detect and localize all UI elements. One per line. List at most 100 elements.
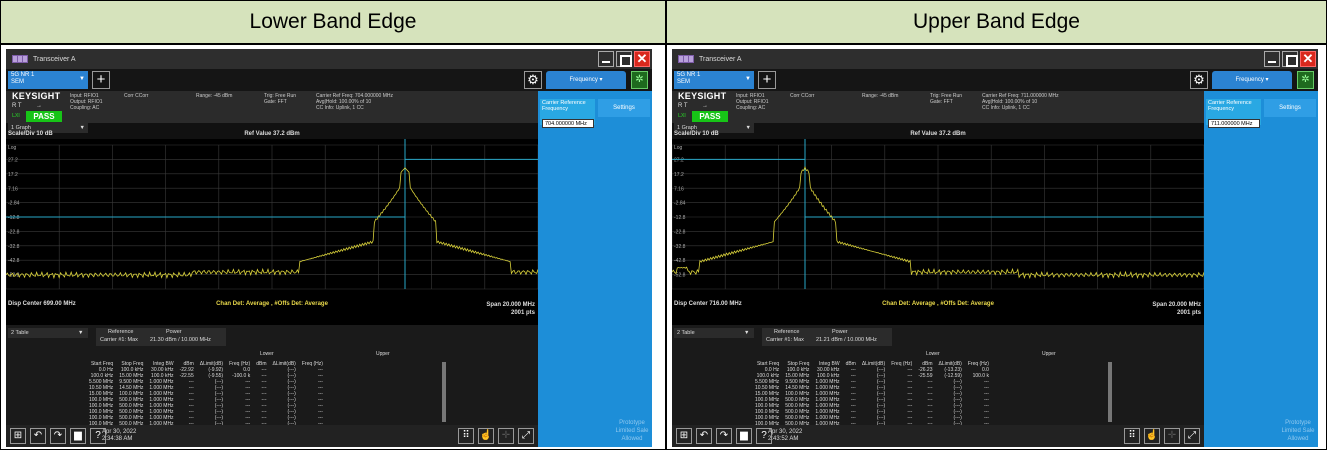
y-tick-label: 17.2 (8, 172, 18, 178)
y-tick-label: -32.8 (8, 244, 20, 250)
cc-info: CC Info: Uplink, 1 CC (316, 105, 364, 111)
folder-icon[interactable]: ▆ (736, 428, 752, 444)
carrier-reference-frequency-key[interactable]: Carrier Reference Frequency 704.000000 M… (540, 99, 595, 128)
ref-value-label: Ref Value 37.2 dBm (910, 131, 966, 137)
mode-tab-row: 5G NR 1 SEM ▼ + ⚙ Frequency ▾ ✲ (672, 69, 1318, 91)
time-label: 2:43:52 AM (768, 436, 799, 442)
detector-label: Chan Det: Average , #Offs Det: Average (882, 301, 994, 307)
coupling-info: Coupling: AC (736, 105, 766, 111)
y-tick-label: 7.16 (8, 186, 18, 192)
undo-icon[interactable]: ↶ (696, 428, 712, 444)
keypad-icon[interactable]: ⠿ (1124, 428, 1140, 444)
tab-settings[interactable]: Settings (1264, 99, 1316, 117)
chevron-down-icon: ▼ (79, 76, 85, 82)
lxi-icon: LXI (12, 113, 20, 119)
tab-frequency[interactable]: Frequency ▾ (546, 71, 626, 89)
table-scrollbar[interactable] (442, 362, 446, 422)
touch-icon[interactable]: ☝ (1144, 428, 1160, 444)
range-info: Range: -45 dBm (862, 93, 899, 99)
panel-header: Upper Band Edge (666, 0, 1327, 44)
chevron-down-icon: ▼ (744, 330, 750, 336)
gear-icon[interactable]: ⚙ (1190, 71, 1208, 89)
lxi-icon: LXI (678, 113, 686, 119)
range-info: Range: -45 dBm (196, 93, 233, 99)
redo-icon[interactable]: ↷ (50, 428, 66, 444)
tab-frequency[interactable]: Frequency ▾ (1212, 71, 1292, 89)
undo-icon[interactable]: ↶ (30, 428, 46, 444)
measurement-name: SEM (11, 79, 25, 85)
taskbar: ⊞ ↶ ↷ ▆? Apr 30, 2022 2:34:38 AM ⠿ ☝ ✛ ⤢ (6, 425, 538, 447)
minimize-button[interactable] (598, 51, 614, 67)
mode-tab-row: 5G NR 1 SEM ▼ + ⚙ Frequency ▾ ✲ (6, 69, 652, 91)
folder-icon[interactable]: ▆ (70, 428, 86, 444)
detector-label: Chan Det: Average , #Offs Det: Average (216, 301, 328, 307)
watermark: Prototype Limited Sale Allowed (1281, 420, 1315, 442)
softkey-panel: Carrier Reference Frequency 704.000000 M… (538, 91, 652, 447)
tab-label: Frequency (569, 77, 598, 83)
mode-tab[interactable]: 5G NR 1 SEM ▼ (674, 71, 754, 89)
close-button[interactable]: ✕ (1300, 51, 1316, 67)
fullscreen-icon[interactable]: ⤢ (518, 428, 534, 444)
spectrum-plot: 27.217.27.16-2.84-12.8-22.8-32.8-42.8-52… (672, 139, 1204, 299)
window-title: Transceiver A (699, 55, 742, 63)
analyzer-screen: Transceiver A ✕ 5G NR 1 SEM ▼ + ⚙ Freque… (672, 49, 1318, 447)
carrier-frequency-input[interactable]: 711.000000 MHz (1208, 119, 1260, 128)
measurement-name: SEM (677, 79, 691, 85)
reference-header: Reference (108, 329, 134, 335)
minimize-button[interactable] (1264, 51, 1280, 67)
coupling-info: Coupling: AC (70, 105, 100, 111)
y-tick-label: -12.8 (8, 215, 20, 221)
results-table-section: 2 Table ▼ Reference Power Carrier #1: Max… (6, 325, 538, 427)
lower-header: Lower (926, 351, 940, 357)
redo-icon[interactable]: ↷ (716, 428, 732, 444)
reference-header: Reference (774, 329, 800, 335)
keypad-icon[interactable]: ⠿ (458, 428, 474, 444)
maximize-button[interactable] (616, 51, 632, 67)
key-label: Frequency (1208, 106, 1234, 112)
key-label: Frequency (542, 106, 568, 112)
softkey-column (538, 91, 596, 447)
lower-band-edge-panel: Transceiver A ✕ 5G NR 1 SEM ▼ + ⚙ Freque… (0, 44, 666, 450)
upper-header: Upper (1042, 351, 1056, 357)
table-select[interactable]: 2 Table ▼ (8, 328, 88, 338)
sem-results-table: Start Freq Stop Freq Integ BW dBm ΔLimit(dB)… (86, 361, 326, 427)
table-scrollbar[interactable] (1108, 362, 1112, 422)
plot-footer: Disp Center 716.00 MHz Chan Det: Average… (672, 299, 1204, 325)
add-screen-button[interactable]: + (758, 71, 776, 89)
mode-tab[interactable]: 5G NR 1 SEM ▼ (8, 71, 88, 89)
gear-icon[interactable]: ⚙ (524, 71, 542, 89)
window-titlebar: Transceiver A ✕ (6, 49, 652, 69)
reference-power-box: Reference Power Carrier #1: Max 21.21 dB… (762, 328, 892, 346)
windows-icon[interactable]: ⊞ (676, 428, 692, 444)
app-icon (12, 55, 28, 63)
close-button[interactable]: ✕ (634, 51, 650, 67)
windows-icon[interactable]: ⊞ (10, 428, 26, 444)
mode-name: 5G NR 1 (11, 72, 35, 78)
marker-icon[interactable]: ✛ (498, 428, 514, 444)
power-header: Power (832, 329, 848, 335)
lower-header: Lower (260, 351, 274, 357)
carrier-reference-frequency-key[interactable]: Carrier Reference Frequency 711.000000 M… (1206, 99, 1261, 128)
add-screen-button[interactable]: + (92, 71, 110, 89)
sem-results-table: Start Freq Stop Freq Integ BW dBm ΔLimit(dB)… (752, 361, 992, 427)
chevron-down-icon: ▼ (78, 330, 84, 336)
table-select[interactable]: 2 Table ▼ (674, 328, 754, 338)
touch-icon[interactable]: ☝ (478, 428, 494, 444)
sweep-icon: → (36, 103, 42, 109)
fullscreen-icon[interactable]: ⤢ (1184, 428, 1200, 444)
carrier-frequency-input[interactable]: 704.000000 MHz (542, 119, 594, 128)
tab-settings[interactable]: Settings (598, 99, 650, 117)
window-titlebar: Transceiver A ✕ (672, 49, 1318, 69)
maximize-button[interactable] (1282, 51, 1298, 67)
local-control-icon[interactable]: ✲ (1297, 71, 1314, 89)
softkey-panel: Carrier Reference Frequency 711.000000 M… (1204, 91, 1318, 447)
carrier-power-value: 21.21 dBm / 10.000 MHz (816, 337, 877, 343)
gate-info: Gate: FFT (264, 99, 287, 105)
scale-type-label: Log (8, 145, 17, 151)
select-value: 2 Table (11, 330, 29, 336)
y-tick-label: -42.8 (674, 258, 686, 264)
y-tick-label: -42.8 (8, 258, 20, 264)
marker-icon[interactable]: ✛ (1164, 428, 1180, 444)
local-control-icon[interactable]: ✲ (631, 71, 648, 89)
brand-logo: KEYSIGHT (678, 91, 727, 101)
